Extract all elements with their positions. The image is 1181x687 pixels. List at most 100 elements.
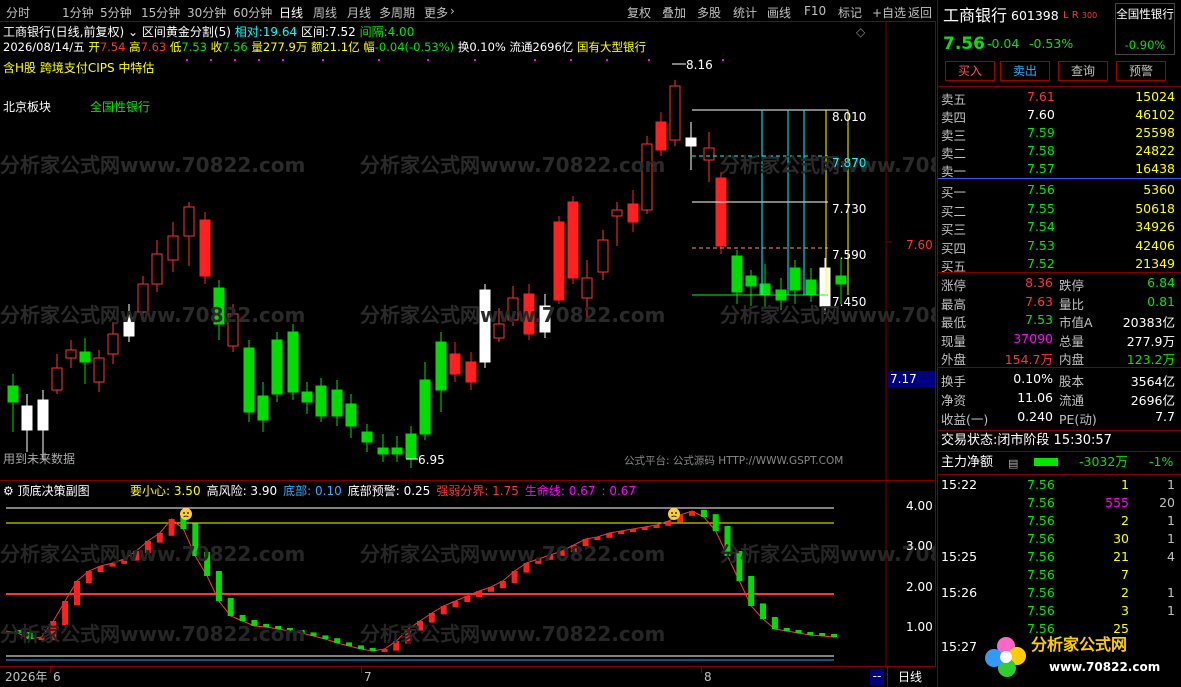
signal-dot: [534, 59, 536, 61]
settings-icon[interactable]: ⚙: [3, 484, 14, 498]
overlay-button[interactable]: 叠加: [662, 4, 686, 21]
period-label[interactable]: 日线: [898, 670, 922, 684]
low-price-mark: 6.95: [418, 453, 445, 467]
orderbook-buy-row[interactable]: 买三 7.54 34926: [941, 218, 1175, 237]
low-label: 低: [169, 40, 182, 54]
tab-30min[interactable]: 30分钟: [187, 4, 226, 21]
price-cursor-label: 7.17: [888, 371, 935, 387]
tab-multi-period[interactable]: 多周期: [379, 4, 415, 21]
tab-monthly[interactable]: 月线: [347, 4, 371, 21]
order-volume: 25598: [1135, 125, 1175, 140]
candle-body: [745, 275, 757, 287]
orderbook-sell-row[interactable]: 卖五 7.61 15024: [941, 88, 1175, 107]
category-tag[interactable]: 国有大型银行: [577, 40, 646, 54]
order-price: 7.61: [1027, 89, 1055, 104]
candle-body: [243, 347, 255, 413]
stat-label: 最高: [941, 296, 967, 312]
orderbook-sell-row[interactable]: 卖二 7.58 24822: [941, 142, 1175, 161]
tick-row[interactable]: 7.56 3 1: [941, 602, 1175, 620]
candle-body: [597, 239, 609, 273]
stat-value: 0.81: [1147, 293, 1175, 309]
axis-year: 2026年: [5, 670, 48, 684]
tick-volume: 555: [1105, 495, 1129, 510]
sell-button[interactable]: 卖出: [1000, 61, 1050, 81]
orderbook-buy-row[interactable]: 买五 7.52 21349: [941, 255, 1175, 274]
tab-1min[interactable]: 1分钟: [62, 4, 94, 21]
f10-button[interactable]: F10: [804, 4, 826, 18]
tab-daily[interactable]: 日线: [279, 4, 303, 21]
tick-row[interactable]: 15:25 7.56 21 4: [941, 548, 1175, 566]
candle-body: [107, 333, 119, 355]
stats-button[interactable]: 统计: [733, 4, 757, 21]
orderbook-buy-row[interactable]: 买四 7.53 42406: [941, 237, 1175, 256]
stat-value: 11.06: [1017, 390, 1053, 405]
tick-row[interactable]: 7.56 555 20: [941, 494, 1175, 512]
fib-level-4: 7.590: [832, 248, 867, 262]
high-label: 高: [129, 40, 141, 54]
orderbook-sell-row[interactable]: 卖一 7.57 16438: [941, 160, 1175, 179]
tick-row[interactable]: 15:26 7.56 2 1: [941, 584, 1175, 602]
stat-value: 123.2万: [1126, 352, 1175, 367]
collapse-icon[interactable]: ◇: [856, 25, 865, 39]
order-volume: 42406: [1135, 237, 1175, 253]
tab-fenshi[interactable]: 分时: [6, 4, 30, 21]
add-watchlist-button[interactable]: +自选: [872, 4, 906, 21]
list-icon[interactable]: ▤: [1008, 457, 1018, 470]
scroll-button[interactable]: --: [870, 669, 884, 685]
rel-label: 相对:: [234, 25, 263, 39]
concept-tags[interactable]: 含H股 跨境支付CIPS 中特估: [3, 61, 154, 75]
vol-label: 量: [251, 40, 263, 54]
sector-box[interactable]: 全国性银行 -0.90%: [1115, 3, 1175, 55]
stats-row: 最低 7.53 市值A 20383亿: [941, 311, 1175, 330]
tick-row[interactable]: 7.56 2 1: [941, 512, 1175, 530]
decision-bar: [618, 531, 625, 534]
mark-button[interactable]: 标记: [838, 4, 862, 21]
order-price: 7.54: [1027, 219, 1055, 234]
order-volume: 16438: [1135, 161, 1175, 176]
tab-15min[interactable]: 15分钟: [141, 4, 180, 21]
logo-title: 分析家公式网: [1031, 635, 1128, 654]
tab-5min[interactable]: 5分钟: [100, 4, 132, 21]
indicator-subchart[interactable]: 分析家公式网www.70822.com 分析家公式网www.70822.com 分析…: [0, 481, 936, 667]
tab-weekly[interactable]: 周线: [313, 4, 337, 21]
fuquan-button[interactable]: 复权: [627, 4, 651, 21]
fib-level-3: 7.730: [832, 202, 867, 216]
tick-row[interactable]: 7.56 30 1: [941, 530, 1175, 548]
kline-chart-window[interactable]: 分析家公式网www.70822.com 分析家公式网www.70822.com 分析…: [0, 22, 936, 480]
multi-stock-button[interactable]: 多股: [697, 4, 721, 21]
draw-line-button[interactable]: 画线: [767, 4, 791, 21]
face-eye: [183, 512, 185, 514]
stat-label: 内盘: [1059, 352, 1085, 367]
tab-more[interactable]: 更多: [424, 4, 448, 21]
candle-body: [405, 433, 417, 459]
signal-dot: [378, 59, 380, 61]
chevron-right-icon[interactable]: ›: [450, 4, 455, 18]
float-label: 流通: [509, 40, 533, 54]
orderbook-sell-row[interactable]: 卖三 7.59 25598: [941, 124, 1175, 143]
board-label: 北京板块: [3, 100, 52, 114]
alert-button[interactable]: 预警: [1116, 61, 1166, 81]
tab-60min[interactable]: 60分钟: [233, 4, 272, 21]
decision-bar: [322, 635, 329, 639]
board-name[interactable]: 全国性银行: [90, 100, 150, 114]
stock-flag-text: L R: [1063, 10, 1079, 21]
tick-volume: 3: [1121, 603, 1129, 618]
query-button[interactable]: 查询: [1058, 61, 1108, 81]
trade-status-value: 闭市阶段: [997, 433, 1050, 448]
orderbook-sell-row[interactable]: 卖四 7.60 46102: [941, 106, 1175, 125]
high-value: 7.63: [140, 40, 167, 54]
kline-chart[interactable]: 分析家公式网www.70822.com 分析家公式网www.70822.com 分析…: [0, 22, 936, 480]
decision-bar: [440, 606, 447, 615]
subchart-title[interactable]: 顶底决策副图: [18, 484, 90, 498]
decision-bar: [689, 511, 696, 516]
tick-row[interactable]: 15:22 7.56 1 1: [941, 476, 1175, 494]
candle-body: [567, 201, 579, 279]
orderbook-buy-row[interactable]: 买一 7.56 5360: [941, 181, 1175, 200]
tick-row[interactable]: 7.56 7: [941, 566, 1175, 584]
chevron-down-icon[interactable]: ⌄: [128, 25, 138, 39]
indicator-name[interactable]: 区间黄金分割(5): [142, 25, 231, 39]
indicator-subchart-window[interactable]: 分析家公式网www.70822.com 分析家公式网www.70822.com 分析…: [0, 480, 936, 667]
orderbook-buy-row[interactable]: 买二 7.55 50618: [941, 200, 1175, 219]
buy-button[interactable]: 买入: [945, 61, 995, 81]
back-button[interactable]: 返回: [908, 4, 932, 21]
